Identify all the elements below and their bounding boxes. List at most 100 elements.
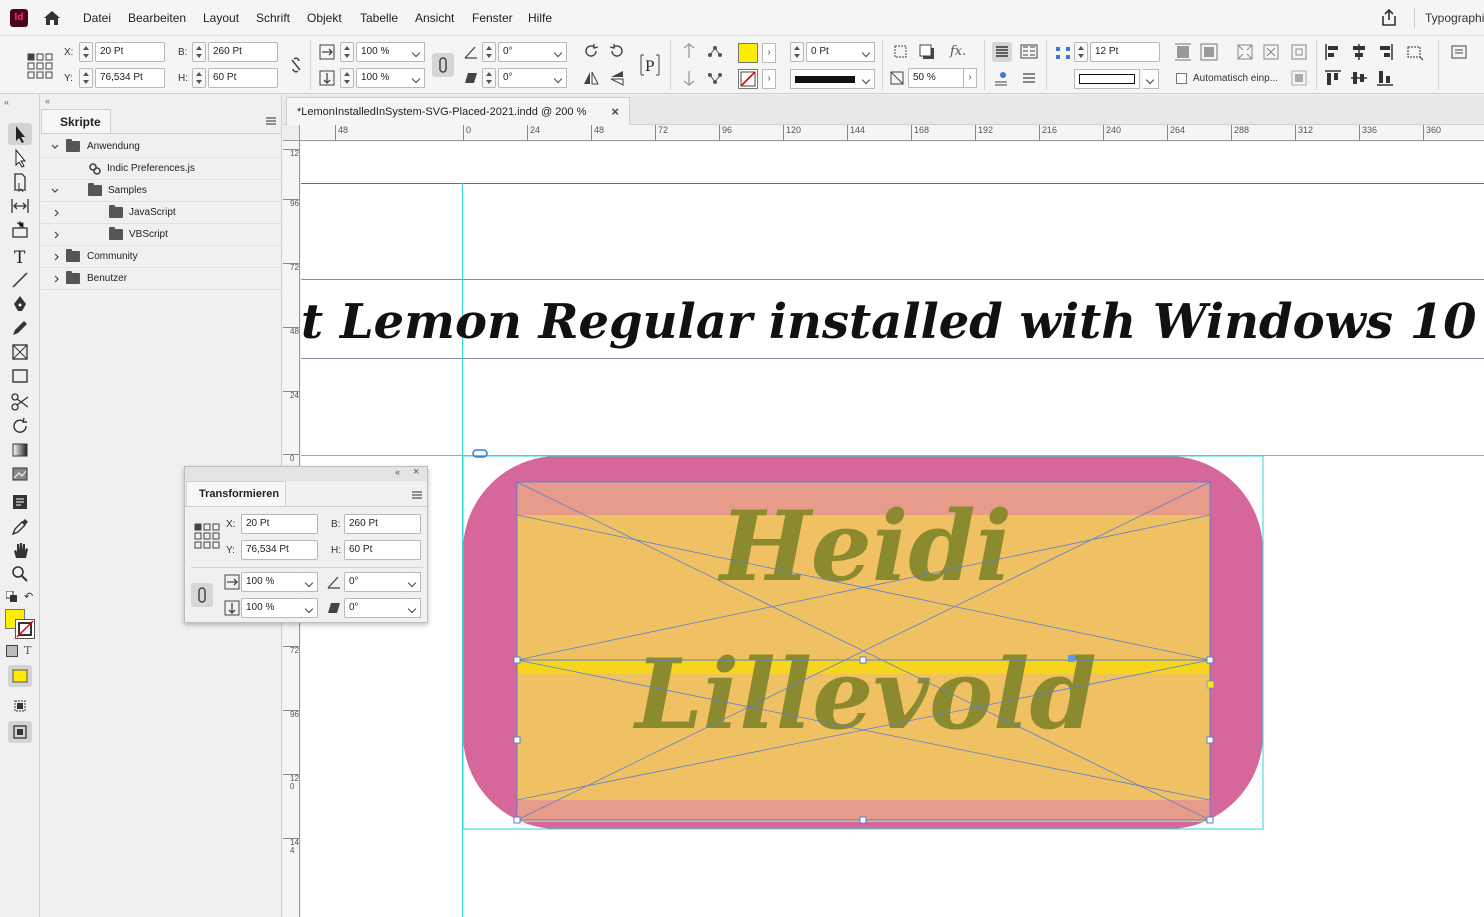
scale-y-field[interactable]: 100 % xyxy=(356,68,410,88)
scripts-collapse-icon[interactable]: « xyxy=(45,96,50,106)
shear-field[interactable]: 0° xyxy=(498,68,552,88)
w-stepper[interactable] xyxy=(192,42,206,62)
select-content-icon[interactable] xyxy=(680,69,698,87)
scale-x-field[interactable]: 100 % xyxy=(356,42,410,62)
scale-x-stepper[interactable] xyxy=(340,42,354,62)
rotate-ccw-icon[interactable] xyxy=(608,42,626,60)
stroke-weight-dropdown[interactable] xyxy=(859,42,875,62)
transform-panel-menu-icon[interactable] xyxy=(411,490,423,500)
y-field[interactable]: 76,534 Pt xyxy=(95,68,165,88)
home-icon[interactable] xyxy=(42,8,62,28)
tree-item-community[interactable]: Community xyxy=(41,246,282,268)
gradient-feather-tool-icon[interactable] xyxy=(8,463,32,485)
menu-objekt[interactable]: Objekt xyxy=(307,11,342,25)
line-tool-icon[interactable] xyxy=(8,269,32,291)
menu-datei[interactable]: Datei xyxy=(83,11,111,25)
stroke-color-swatch[interactable] xyxy=(15,619,35,639)
tp-x-field[interactable]: 20 Pt xyxy=(241,514,318,534)
drop-shadow-none-icon[interactable] xyxy=(892,43,910,61)
tp-rotate-field[interactable]: 0° xyxy=(344,572,406,592)
select-next-icon[interactable] xyxy=(706,69,724,87)
chevron-right-icon[interactable] xyxy=(52,208,62,218)
rectangle-frame-tool-icon[interactable] xyxy=(8,341,32,363)
tp-y-field[interactable]: 76,534 Pt xyxy=(241,540,318,560)
panel-close-icon[interactable]: × xyxy=(413,466,419,478)
gutter-field[interactable]: 12 Pt xyxy=(1090,42,1160,62)
center-content-icon[interactable] xyxy=(1290,43,1308,61)
menu-hilfe[interactable]: Hilfe xyxy=(528,11,552,25)
opacity-menu-icon[interactable]: › xyxy=(963,68,977,88)
type-tool-icon[interactable]: T xyxy=(8,245,32,268)
effects-fx-icon[interactable]: fx. xyxy=(950,44,966,59)
flip-horizontal-icon[interactable] xyxy=(582,69,600,87)
stroke-type-dropdown[interactable] xyxy=(859,69,875,89)
stroke-type-field[interactable] xyxy=(790,69,860,89)
align-to-selection-icon[interactable] xyxy=(1406,43,1424,61)
fit-content-proportionally-icon[interactable] xyxy=(1262,43,1280,61)
fill-frame-proportionally-icon[interactable] xyxy=(1236,43,1254,61)
stroke-swatch-none[interactable] xyxy=(738,69,758,89)
panel-collapse-icon[interactable]: « xyxy=(395,467,400,477)
ruler-origin[interactable] xyxy=(283,125,300,141)
rotate-field[interactable]: 0° xyxy=(498,42,552,62)
align-left-edges-icon[interactable] xyxy=(1324,43,1342,61)
flip-vertical-icon[interactable] xyxy=(608,69,626,87)
panel-menu-icon[interactable] xyxy=(1450,43,1468,61)
select-container-icon[interactable] xyxy=(680,42,698,60)
stroke-style-dropdown[interactable] xyxy=(1143,69,1159,89)
tree-item-anwendung[interactable]: Anwendung xyxy=(41,136,282,158)
page-tool-icon[interactable] xyxy=(8,171,32,193)
menu-ansicht[interactable]: Ansicht xyxy=(415,11,454,25)
stroke-weight-stepper[interactable] xyxy=(790,42,804,62)
menu-layout[interactable]: Layout xyxy=(203,11,239,25)
stroke-style-field[interactable] xyxy=(1074,69,1140,89)
align-vertical-centers-icon[interactable] xyxy=(1350,69,1368,87)
chevron-right-icon[interactable] xyxy=(52,230,62,240)
scissors-tool-icon[interactable] xyxy=(8,391,32,413)
zoom-tool-icon[interactable] xyxy=(8,563,32,585)
share-icon[interactable] xyxy=(1379,8,1399,28)
drop-shadow-icon[interactable] xyxy=(918,43,936,61)
menu-schrift[interactable]: Schrift xyxy=(256,11,290,25)
align-bottom-edges-icon[interactable] xyxy=(1376,69,1394,87)
shear-stepper[interactable] xyxy=(482,68,496,88)
align-top-text-icon[interactable] xyxy=(992,42,1012,62)
screen-mode-preview-icon[interactable] xyxy=(8,695,32,717)
fit-content-to-frame-icon[interactable] xyxy=(1200,43,1218,61)
swap-colors-icon[interactable]: ↶ xyxy=(24,591,36,603)
shear-dropdown[interactable] xyxy=(551,68,567,88)
tp-h-field[interactable]: 60 Pt xyxy=(344,540,421,560)
rectangle-tool-icon[interactable] xyxy=(8,365,32,387)
gap-tool-icon[interactable] xyxy=(8,195,32,217)
headline-text[interactable]: t Lemon Regular installed with Windows 1… xyxy=(301,294,1476,350)
formatting-container-icon[interactable] xyxy=(6,645,18,657)
tools-collapse-icon[interactable]: « xyxy=(4,97,9,107)
w-field[interactable]: 260 Pt xyxy=(208,42,278,62)
fill-swatch[interactable] xyxy=(738,43,758,63)
align-horizontal-centers-icon[interactable] xyxy=(1350,43,1368,61)
horizontal-ruler[interactable]: 48 0 24 48 72 96 120 144 168 192 216 240… xyxy=(300,125,1484,141)
eyedropper-tool-icon[interactable] xyxy=(8,515,32,537)
tree-item-javascript[interactable]: JavaScript xyxy=(41,202,282,224)
tp-w-field[interactable]: 260 Pt xyxy=(344,514,421,534)
reference-point-icon[interactable] xyxy=(26,52,54,80)
scripts-tab[interactable]: Skripte xyxy=(41,109,111,134)
tree-item-indic-preferences[interactable]: Indic Preferences.js xyxy=(41,158,282,180)
direct-selection-tool-icon[interactable] xyxy=(8,147,32,169)
scripts-panel-menu-icon[interactable] xyxy=(265,116,277,126)
chevron-down-icon[interactable] xyxy=(50,142,60,152)
align-top-edges-icon[interactable] xyxy=(1324,69,1342,87)
menu-fenster[interactable]: Fenster xyxy=(472,11,513,25)
menu-tabelle[interactable]: Tabelle xyxy=(360,11,398,25)
path-p-icon[interactable]: P xyxy=(638,52,662,78)
document-canvas[interactable]: t Lemon Regular installed with Windows 1… xyxy=(301,142,1484,917)
scale-y-dropdown[interactable] xyxy=(409,68,425,88)
selection-tool-icon[interactable] xyxy=(8,123,32,145)
tp-rotate-dropdown[interactable] xyxy=(405,572,421,592)
tp-constrain-scale-icon[interactable] xyxy=(191,583,213,607)
apply-color-icon[interactable] xyxy=(8,665,32,687)
pencil-tool-icon[interactable] xyxy=(8,317,32,339)
tp-scale-y-dropdown[interactable] xyxy=(302,598,318,618)
auto-fit-icon[interactable] xyxy=(1290,69,1308,87)
formatting-text-icon[interactable]: T xyxy=(24,644,31,657)
